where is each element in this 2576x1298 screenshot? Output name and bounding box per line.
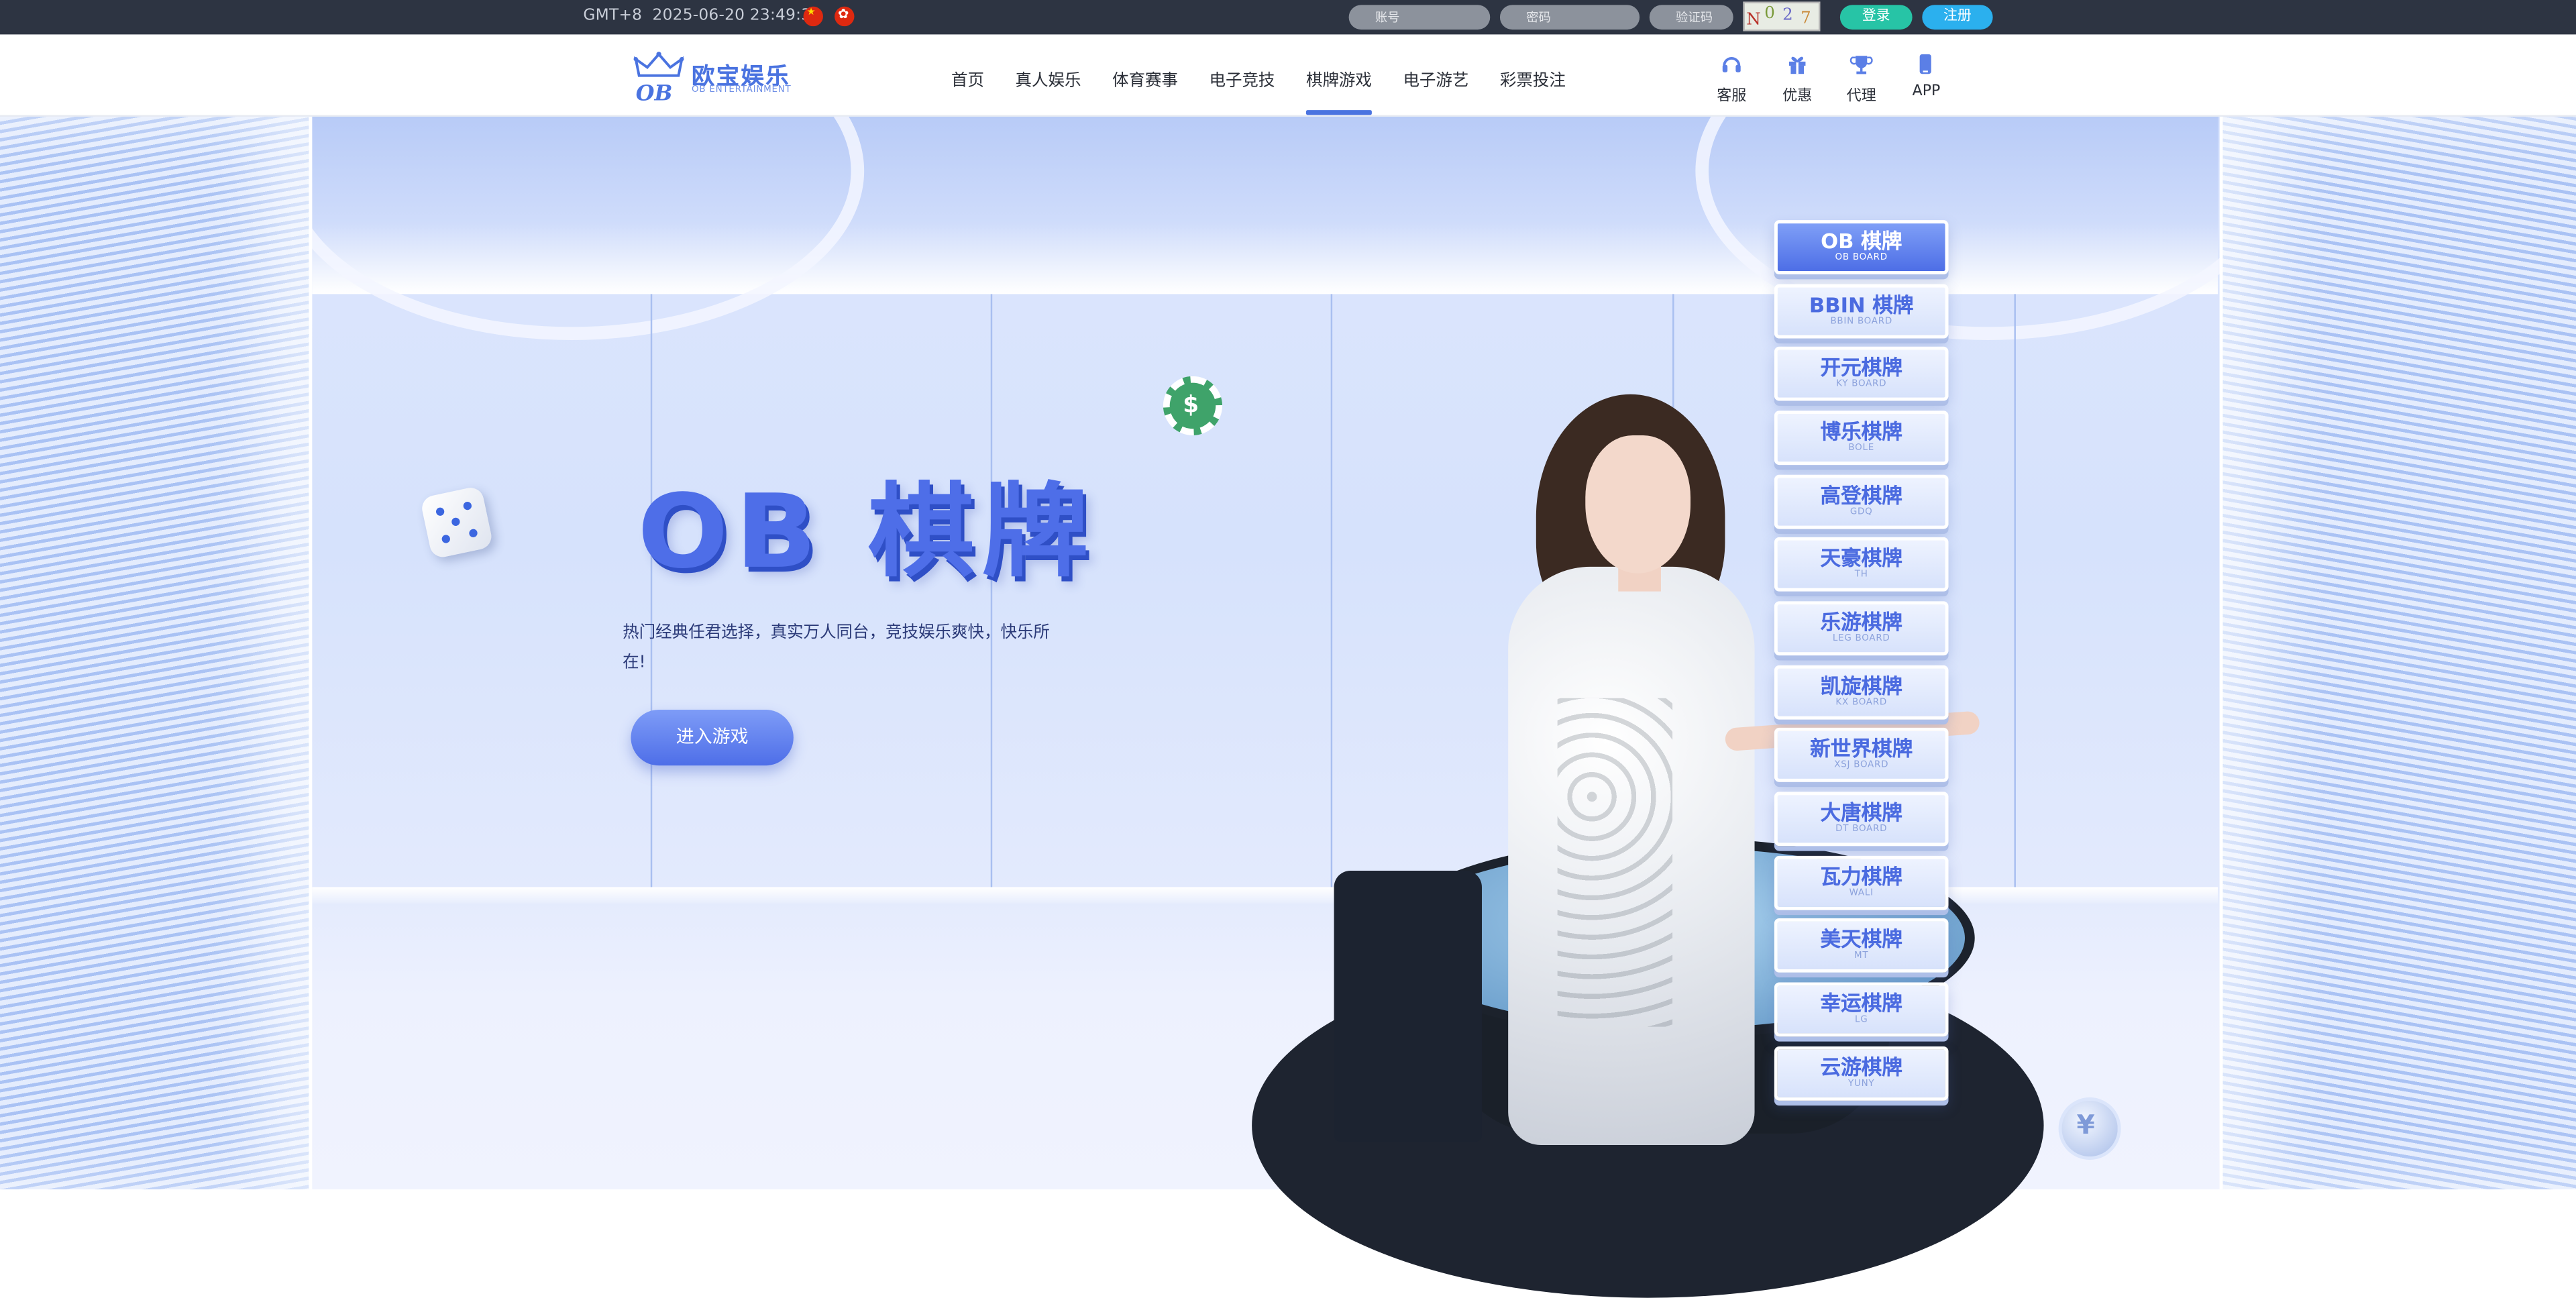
provider-name: 大唐棋牌 [1820,800,1902,825]
provider-item-ob[interactable]: OB 棋牌 OB BOARD [1774,220,1949,274]
wall-divider [2014,294,2016,889]
provider-name: 开元棋牌 [1820,354,1902,380]
provider-name: 瓦力棋牌 [1820,864,1902,889]
server-time: GMT+8 2025-06-20 23:49:31 [583,7,821,25]
provider-item-bole[interactable]: 博乐棋牌 BOLE [1774,411,1949,466]
provider-en: GDQ [1849,507,1873,518]
provider-item-xsj[interactable]: 新世界棋牌 XSJ BOARD [1774,727,1949,782]
tool-label-promotions[interactable]: 优惠 [1782,84,1812,105]
captcha-char: N [1746,11,1761,30]
provider-name: 美天棋牌 [1820,926,1902,951]
captcha-char: 7 [1801,9,1811,28]
provider-item-bbin[interactable]: BBIN 棋牌 BBIN BOARD [1774,284,1949,339]
provider-en: BOLE [1848,443,1875,453]
nav-slots[interactable]: 电子游艺 [1403,66,1468,91]
provider-name: 博乐棋牌 [1820,419,1902,444]
captcha-char: 2 [1782,6,1793,25]
captcha-input[interactable] [1649,5,1733,30]
provider-item-gdq[interactable]: 高登棋牌 GDQ [1774,474,1949,529]
trophy-icon[interactable] [1849,52,1873,75]
hostess-figure [1508,566,1755,1145]
provider-name: OB 棋牌 [1821,228,1902,254]
provider-en: LEG BOARD [1832,634,1890,645]
provider-en: WALI [1849,888,1874,899]
provider-name: 幸运棋牌 [1820,990,1902,1016]
captcha-image[interactable]: N 0 2 7 [1743,1,1821,32]
provider-en: KX BOARD [1835,698,1887,708]
password-input[interactable] [1499,5,1640,30]
provider-name: 新世界棋牌 [1810,736,1913,761]
provider-en: TH [1854,570,1868,580]
right-pillar [2219,116,2576,1190]
register-button[interactable]: 注册 [1922,5,1993,30]
svg-text:OB: OB [636,80,673,103]
nav-board-games[interactable]: 棋牌游戏 [1306,66,1372,91]
provider-item-dt[interactable]: 大唐棋牌 DT BOARD [1774,792,1949,847]
headset-icon[interactable] [1720,52,1743,75]
provider-en: MT [1854,951,1869,961]
top-bar: GMT+8 2025-06-20 23:49:31 ★ ✿ N 0 2 7 登录… [0,0,2576,35]
username-input[interactable] [1348,5,1491,30]
nav-sports[interactable]: 体育赛事 [1112,66,1178,91]
provider-item-ky[interactable]: 开元棋牌 KY BOARD [1774,346,1949,401]
chair [1334,870,1482,1142]
nav-active-indicator [1305,110,1372,115]
captcha-char: 0 [1764,5,1775,23]
provider-en: OB BOARD [1835,253,1888,263]
tool-label-app[interactable]: APP [1913,84,1941,100]
provider-name: 凯旋棋牌 [1820,673,1902,698]
hostess-face [1585,435,1691,574]
dice-icon [419,485,494,559]
provider-name: BBIN 棋牌 [1809,292,1914,317]
provider-item-lg[interactable]: 幸运棋牌 LG [1774,982,1949,1037]
main-header [0,34,2576,115]
provider-item-mt[interactable]: 美天棋牌 MT [1774,918,1949,973]
datetime-label: 2025-06-20 23:49:31 [652,6,822,25]
hongkong-flag-icon[interactable]: ✿ [835,6,855,27]
nav-live-casino[interactable]: 真人娱乐 [1015,66,1081,91]
provider-item-kx[interactable]: 凯旋棋牌 KX BOARD [1774,665,1949,720]
hero-title: OB 棋牌 [637,471,1096,592]
gift-icon[interactable] [1786,52,1809,75]
provider-en: LG [1854,1015,1868,1026]
page: GMT+8 2025-06-20 23:49:31 ★ ✿ N 0 2 7 登录… [0,0,2576,1298]
china-flag-icon[interactable]: ★ [803,6,823,27]
provider-en: KY BOARD [1836,379,1887,390]
phone-icon[interactable] [1914,52,1937,75]
provider-en: BBIN BOARD [1830,317,1892,327]
coin-icon: ¥ [2058,1097,2121,1160]
provider-item-wali[interactable]: 瓦力棋牌 WALI [1774,855,1949,910]
tool-label-service[interactable]: 客服 [1717,84,1746,105]
timezone-label: GMT+8 [583,6,643,25]
wall-divider [1330,294,1333,889]
hero-banner [0,116,2576,1190]
tool-label-agent[interactable]: 代理 [1847,84,1876,105]
logo-text-en: OB ENTERTAINMENT [692,85,792,96]
nav-lottery[interactable]: 彩票投注 [1500,66,1566,91]
enter-game-button[interactable]: 进入游戏 [631,709,794,766]
provider-name: 高登棋牌 [1820,483,1902,508]
provider-name: 云游棋牌 [1820,1054,1902,1079]
left-pillar [0,116,313,1190]
provider-item-th[interactable]: 天豪棋牌 TH [1774,537,1949,592]
ceiling-arc-left [279,116,865,340]
provider-en: YUNY [1848,1079,1875,1089]
provider-en: DT BOARD [1835,824,1888,835]
login-button[interactable]: 登录 [1839,5,1913,30]
nav-home[interactable]: 首页 [951,66,984,91]
hero-subtitle: 热门经典任君选择，真实万人同台，竞技娱乐爽快，快乐所在! [623,624,1050,672]
provider-en: XSJ BOARD [1834,760,1889,771]
provider-name: 天豪棋牌 [1820,545,1902,570]
chip-icon: $ [1163,376,1223,435]
provider-name: 乐游棋牌 [1820,609,1902,635]
provider-item-leg[interactable]: 乐游棋牌 LEG BOARD [1774,601,1949,656]
nav-esports[interactable]: 电子竞技 [1209,66,1275,91]
provider-item-yuny[interactable]: 云游棋牌 YUNY [1774,1046,1949,1101]
